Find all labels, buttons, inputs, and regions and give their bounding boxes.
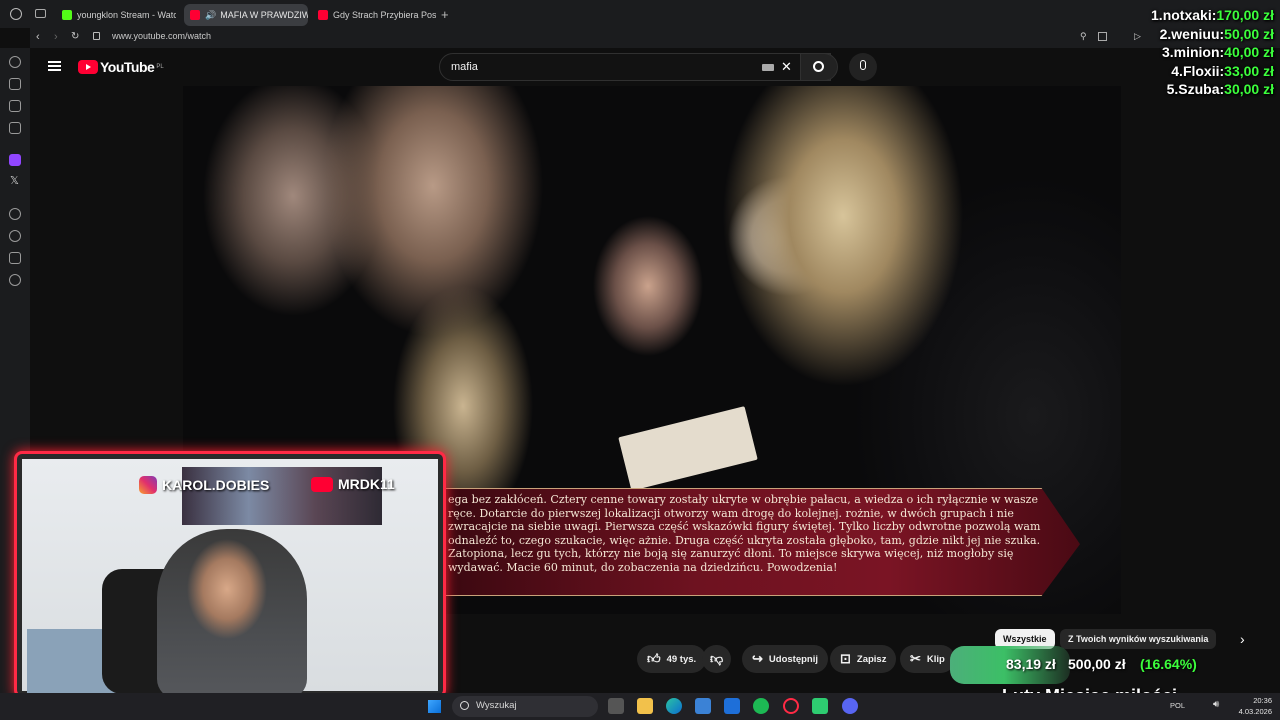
- workspaces-icon[interactable]: [35, 9, 46, 18]
- shopping-icon[interactable]: [9, 78, 21, 90]
- save-button[interactable]: ⊡ Zapisz: [830, 645, 897, 673]
- search-button[interactable]: [800, 53, 838, 81]
- reload-icon[interactable]: ↻: [71, 31, 79, 42]
- messenger-icon[interactable]: [9, 122, 21, 134]
- youtube-logo-text: YouTube: [100, 59, 155, 75]
- system-clock[interactable]: 20:36 4.03.2026: [1239, 695, 1272, 717]
- thumbs-down-icon: 👎︎: [710, 651, 724, 666]
- share-icon: ↪: [752, 651, 763, 666]
- instagram-handle: KAROL.DOBIES: [139, 476, 269, 494]
- opera-gx-icon[interactable]: [783, 698, 799, 714]
- donation-entry: 4.Floxii:33,00 zł: [1171, 62, 1274, 79]
- spotify-icon[interactable]: [753, 698, 769, 714]
- bookmark-icon: ⊡: [840, 651, 851, 666]
- webcam-overlay: KAROL.DOBIES MRDK11: [14, 451, 446, 698]
- youtube-logo[interactable]: YouTube PL: [78, 59, 164, 75]
- region-code: PL: [156, 64, 164, 70]
- speaker-icon[interactable]: 🔊: [205, 10, 216, 21]
- edge-icon[interactable]: [666, 698, 682, 714]
- task-view-icon[interactable]: [608, 698, 624, 714]
- forward-icon[interactable]: ›: [54, 31, 58, 43]
- goal-current: 83,19 zł: [1006, 656, 1056, 672]
- start-icon[interactable]: [428, 700, 441, 713]
- settings-icon[interactable]: [9, 274, 21, 286]
- reader-icon[interactable]: [1098, 32, 1107, 41]
- story-subtitle-text: ega bez zakłóceń. Cztery cenne towary zo…: [448, 493, 1041, 574]
- hamburger-menu-icon[interactable]: [48, 61, 61, 71]
- twitch-icon[interactable]: [9, 154, 21, 166]
- scissors-icon: ✂: [910, 651, 921, 666]
- language-indicator[interactable]: POL: [1170, 701, 1185, 710]
- crypto-wallet-icon[interactable]: [9, 100, 21, 112]
- goal-percent: (16.64%): [1140, 656, 1197, 672]
- story-subtitle-box: ega bez zakłóceń. Cztery cenne towary zo…: [440, 488, 1080, 596]
- browser-menu-icon[interactable]: [10, 8, 22, 20]
- donation-leaderboard: 1.notxaki:170,00 zł 2.weniuu:50,00 zł 3.…: [1151, 6, 1274, 99]
- play-icon[interactable]: ▷: [1134, 31, 1141, 42]
- tab-label: MAFIA W PRAWDZIWYM: [220, 10, 308, 20]
- donation-goal: 83,19 zł 500,00 zł (16.64%): [1000, 654, 1210, 676]
- microphone-icon: [860, 60, 866, 70]
- kick-icon: [62, 10, 72, 20]
- speed-dial-icon[interactable]: [9, 56, 21, 68]
- donation-entry: 5.Szuba:30,00 zł: [1166, 81, 1274, 97]
- donation-entry: 1.notxaki:170,00 zł: [1151, 7, 1274, 23]
- tab-mafia[interactable]: 🔊 MAFIA W PRAWDZIWYM: [184, 4, 308, 26]
- back-icon[interactable]: ‹: [36, 31, 40, 43]
- pin-icon[interactable]: ⚲: [1080, 31, 1087, 42]
- discord-icon[interactable]: [842, 698, 858, 714]
- donation-entry: 2.weniuu:50,00 zł: [1159, 25, 1274, 42]
- youtube-play-icon: [78, 60, 98, 74]
- tab-label: Gdy Strach Przybiera Posta: [333, 10, 436, 20]
- x-icon[interactable]: 𝕏: [10, 174, 19, 187]
- streamer: [157, 529, 307, 695]
- windows-taskbar: Wyszukaj POL 🔊︎ 20:36 4.03.2026: [0, 693, 1280, 720]
- search-icon: [813, 61, 824, 72]
- letter-paper: [618, 406, 758, 491]
- keyboard-icon[interactable]: [762, 64, 774, 71]
- taskbar-search[interactable]: Wyszukaj: [452, 696, 598, 717]
- chips-next-icon[interactable]: ›: [1240, 631, 1245, 647]
- tab-label: youngklon Stream - Watch: [77, 10, 176, 20]
- youtube-icon: [311, 476, 333, 492]
- player-icon[interactable]: [9, 208, 21, 220]
- app-icon[interactable]: [812, 698, 828, 714]
- address-bar-row: ‹ › ↻ www.youtube.com/watch ⚲ ▷: [30, 28, 1280, 48]
- clip-button[interactable]: ✂ Klip: [900, 645, 955, 673]
- dislike-button[interactable]: 👎︎: [702, 645, 732, 673]
- chip-from-search[interactable]: Z Twoich wyników wyszukiwania: [1060, 629, 1217, 649]
- donation-entry: 3.minion:40,00 zł: [1161, 44, 1274, 60]
- browser-tab-bar: youngklon Stream - Watch 🔊 MAFIA W PRAWD…: [0, 0, 1280, 28]
- file-explorer-icon[interactable]: [637, 698, 653, 714]
- url-text[interactable]: www.youtube.com/watch: [112, 31, 211, 41]
- search-icon: [460, 701, 469, 710]
- store-icon[interactable]: [695, 698, 711, 714]
- thumbs-up-icon: 👍︎: [647, 651, 661, 666]
- goal-target: 500,00 zł: [1068, 656, 1126, 672]
- youtube-icon: [190, 10, 200, 20]
- volume-icon[interactable]: 🔊︎: [1213, 699, 1219, 710]
- youtube-handle: MRDK11: [311, 476, 395, 492]
- tab-gdy-strach[interactable]: Gdy Strach Przybiera Posta: [312, 4, 436, 26]
- youtube-icon: [318, 10, 328, 20]
- youtube-header: YouTube PL mafia ✕: [30, 48, 1280, 86]
- lock-icon: [93, 32, 100, 40]
- new-tab-button[interactable]: +: [441, 7, 449, 22]
- share-button[interactable]: ↪ Udostępnij: [742, 645, 828, 673]
- clear-search-icon[interactable]: ✕: [781, 59, 792, 75]
- instagram-icon: [139, 476, 157, 494]
- like-button[interactable]: 👍︎ 49 tys.: [637, 645, 707, 673]
- tab-kick[interactable]: youngklon Stream - Watch: [56, 4, 176, 26]
- extensions-icon[interactable]: [9, 252, 21, 264]
- mail-icon[interactable]: [724, 698, 740, 714]
- voice-search-button[interactable]: [849, 53, 877, 81]
- history-icon[interactable]: [9, 230, 21, 242]
